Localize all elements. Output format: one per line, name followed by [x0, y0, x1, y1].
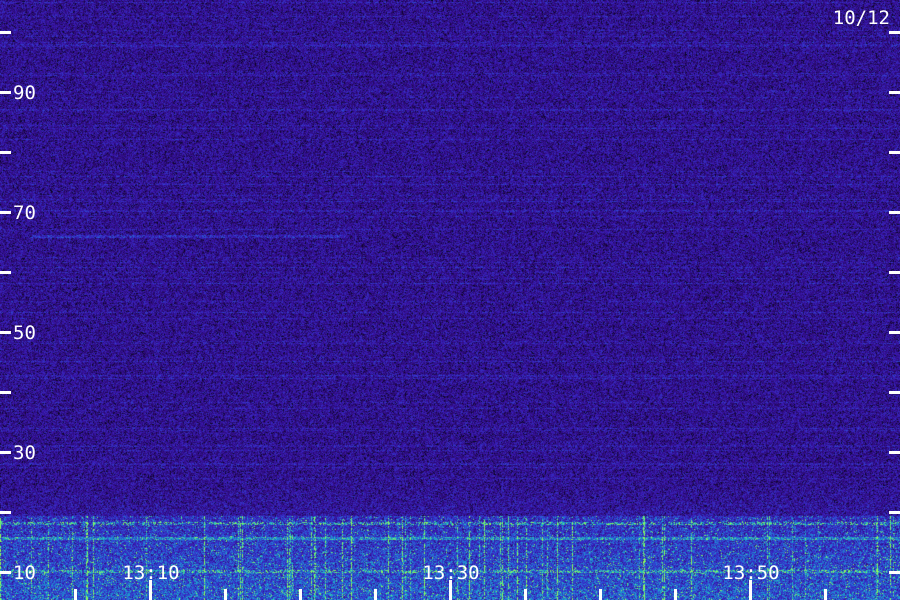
y-tick-left-mark	[0, 211, 11, 214]
y-tick-right-mark	[889, 451, 900, 454]
y-tick-right-mark	[889, 271, 900, 274]
x-tick-labels: 13:10 13:30 13:50	[122, 562, 779, 584]
y-tick-right-mark	[889, 511, 900, 514]
x-tick-mark	[524, 589, 527, 600]
y-tick-left-mark	[0, 331, 11, 334]
y-tick-right-mark	[889, 211, 900, 214]
y-tick-labels: 10 30 50 70 90	[13, 82, 36, 584]
y-tick-right-mark	[889, 571, 900, 574]
x-tick-mark	[299, 589, 302, 600]
y-tick-label: 70	[13, 202, 36, 224]
y-tick-left-mark	[0, 511, 11, 514]
x-tick-mark	[224, 589, 227, 600]
y-ticks-left	[0, 31, 11, 574]
date-label: 10/12	[833, 7, 890, 29]
x-tick-mark	[74, 589, 77, 600]
y-tick-right-mark	[889, 91, 900, 94]
y-tick-label: 30	[13, 442, 36, 464]
y-tick-right-mark	[889, 31, 900, 34]
x-tick-label: 13:10	[122, 562, 179, 584]
x-tick-label: 13:50	[722, 562, 779, 584]
axes-overlay: 10 30 50 70 90 13:10 13:30 13:50 10/12	[0, 7, 900, 600]
y-tick-right-mark	[889, 151, 900, 154]
y-ticks-right	[889, 31, 900, 574]
y-tick-left-mark	[0, 571, 11, 574]
y-tick-right-mark	[889, 391, 900, 394]
y-tick-left-mark	[0, 91, 11, 94]
y-tick-left-mark	[0, 151, 11, 154]
y-tick-label: 10	[13, 562, 36, 584]
x-tick-mark	[599, 589, 602, 600]
y-tick-label: 90	[13, 82, 36, 104]
y-tick-label: 50	[13, 322, 36, 344]
y-tick-left-mark	[0, 271, 11, 274]
x-tick-mark	[374, 589, 377, 600]
y-tick-left-mark	[0, 391, 11, 394]
y-tick-right-mark	[889, 331, 900, 334]
y-tick-left-mark	[0, 451, 11, 454]
y-tick-left-mark	[0, 31, 11, 34]
x-tick-mark	[824, 589, 827, 600]
x-tick-mark	[674, 589, 677, 600]
x-tick-label: 13:30	[422, 562, 479, 584]
